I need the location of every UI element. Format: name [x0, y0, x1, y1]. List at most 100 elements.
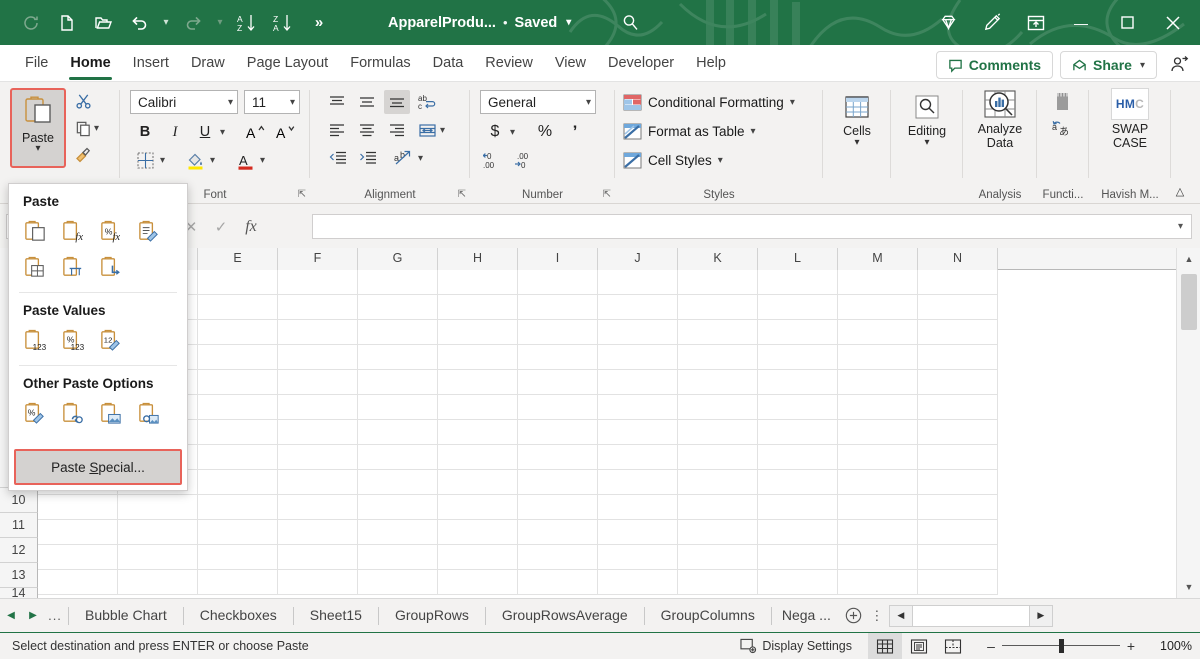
column-header-I[interactable]: I	[518, 248, 598, 270]
cell[interactable]	[598, 470, 678, 495]
paste-values-number-formatting-icon[interactable]: % 123	[55, 324, 91, 356]
increase-font-size-button[interactable]: A	[242, 120, 268, 144]
next-sheet-button[interactable]: ▶	[22, 601, 44, 631]
sheet-tab-nega[interactable]: Nega ...	[774, 599, 839, 632]
cell[interactable]	[918, 270, 998, 295]
share-dropdown-caret-icon[interactable]: ▾	[1140, 60, 1145, 71]
copy-dropdown-caret-icon[interactable]: ▾	[94, 123, 99, 134]
zoom-level-label[interactable]: 100%	[1148, 639, 1192, 653]
number-format-combo[interactable]: General ▾	[480, 90, 596, 114]
cell[interactable]	[678, 420, 758, 445]
cell[interactable]	[278, 420, 358, 445]
paste-keep-source-column-widths-icon[interactable]	[55, 251, 91, 283]
cell-styles-button[interactable]: Cell Styles ▾	[623, 148, 723, 172]
table-row[interactable]	[38, 495, 1176, 520]
cell[interactable]	[278, 445, 358, 470]
cell[interactable]	[678, 545, 758, 570]
tab-formulas[interactable]: Formulas	[339, 47, 421, 81]
cell[interactable]	[358, 270, 438, 295]
cell[interactable]	[918, 545, 998, 570]
cell[interactable]	[358, 495, 438, 520]
number-format-caret-icon[interactable]: ▾	[586, 97, 591, 108]
cell[interactable]	[598, 520, 678, 545]
fill-color-dropdown-caret-icon[interactable]: ▾	[210, 155, 215, 166]
row-header-13[interactable]: 13	[0, 563, 38, 588]
cell[interactable]	[758, 395, 838, 420]
paste-picture-icon[interactable]	[93, 397, 129, 429]
cell[interactable]	[38, 545, 118, 570]
cell[interactable]	[358, 395, 438, 420]
increase-decimal-icon[interactable]: 0 .00	[482, 148, 508, 172]
tab-view[interactable]: View	[544, 47, 597, 81]
maximize-button[interactable]	[1104, 0, 1150, 45]
align-bottom-button[interactable]	[384, 90, 410, 114]
cell[interactable]	[278, 545, 358, 570]
cell[interactable]	[278, 270, 358, 295]
underline-button[interactable]: U	[192, 120, 218, 144]
underline-dropdown-caret-icon[interactable]: ▾	[220, 127, 225, 138]
editing-button[interactable]: Editing ▾	[903, 90, 951, 172]
cell[interactable]	[198, 545, 278, 570]
bold-button[interactable]: B	[132, 120, 158, 144]
cell[interactable]	[438, 495, 518, 520]
borders-dropdown-caret-icon[interactable]: ▾	[160, 155, 165, 166]
borders-icon[interactable]	[132, 148, 158, 172]
column-header-G[interactable]: G	[358, 248, 438, 270]
font-name-caret-icon[interactable]: ▾	[228, 97, 233, 108]
cell[interactable]	[838, 445, 918, 470]
paste-all-icon[interactable]	[17, 215, 53, 247]
table-row[interactable]	[38, 370, 1176, 395]
cell[interactable]	[438, 270, 518, 295]
collapse-ribbon-icon[interactable]: △	[1168, 181, 1192, 201]
cell[interactable]	[438, 520, 518, 545]
orientation-icon[interactable]: a b	[390, 146, 416, 170]
share-button[interactable]: Share ▾	[1060, 51, 1157, 79]
align-left-button[interactable]	[324, 118, 350, 142]
formula-input[interactable]: ▾	[312, 214, 1192, 239]
tab-file[interactable]: File	[14, 47, 59, 81]
paste-linked-picture-icon[interactable]	[131, 397, 167, 429]
cell[interactable]	[758, 520, 838, 545]
sheet-tab-grouprows[interactable]: GroupRows	[381, 599, 483, 632]
scroll-down-arrow-icon[interactable]: ▼	[1177, 576, 1200, 598]
cell[interactable]	[438, 395, 518, 420]
horizontal-scrollbar-track[interactable]	[913, 605, 1029, 627]
cell[interactable]	[758, 345, 838, 370]
cell[interactable]	[678, 445, 758, 470]
cell[interactable]	[518, 345, 598, 370]
tab-insert[interactable]: Insert	[122, 47, 180, 81]
increase-indent-icon[interactable]	[354, 146, 380, 170]
cell[interactable]	[678, 395, 758, 420]
cell[interactable]	[198, 495, 278, 520]
open-folder-icon[interactable]	[86, 7, 120, 39]
cell[interactable]	[198, 520, 278, 545]
ribbon-display-options-icon[interactable]	[1014, 0, 1058, 45]
paste-keep-source-formatting-icon[interactable]	[131, 215, 167, 247]
cell[interactable]	[678, 495, 758, 520]
align-right-button[interactable]	[384, 118, 410, 142]
horizontal-scrollbar[interactable]: ◀ ▶	[889, 605, 1053, 627]
cell[interactable]	[198, 570, 278, 595]
cell[interactable]	[118, 520, 198, 545]
tab-data[interactable]: Data	[422, 47, 475, 81]
minimize-button[interactable]: —	[1058, 0, 1104, 45]
column-header-M[interactable]: M	[838, 248, 918, 270]
cell[interactable]	[598, 395, 678, 420]
cells-button[interactable]: Cells ▾	[833, 90, 881, 172]
align-top-button[interactable]	[324, 90, 350, 114]
share-person-icon[interactable]	[1164, 51, 1194, 79]
tab-review[interactable]: Review	[474, 47, 544, 81]
cell[interactable]	[918, 320, 998, 345]
cell[interactable]	[278, 570, 358, 595]
conditional-formatting-caret-icon[interactable]: ▾	[790, 97, 795, 108]
cell[interactable]	[118, 495, 198, 520]
cell[interactable]	[278, 470, 358, 495]
merge-and-center-icon[interactable]	[414, 118, 440, 142]
comma-style-icon[interactable]: ’	[562, 120, 588, 144]
sheet-tab-groupcolumns[interactable]: GroupColumns	[647, 599, 769, 632]
cell[interactable]	[758, 570, 838, 595]
table-row[interactable]	[38, 570, 1176, 595]
cell[interactable]	[598, 445, 678, 470]
all-sheets-button[interactable]: ...	[44, 601, 66, 631]
expand-formula-bar-icon[interactable]: ▾	[1178, 221, 1183, 232]
